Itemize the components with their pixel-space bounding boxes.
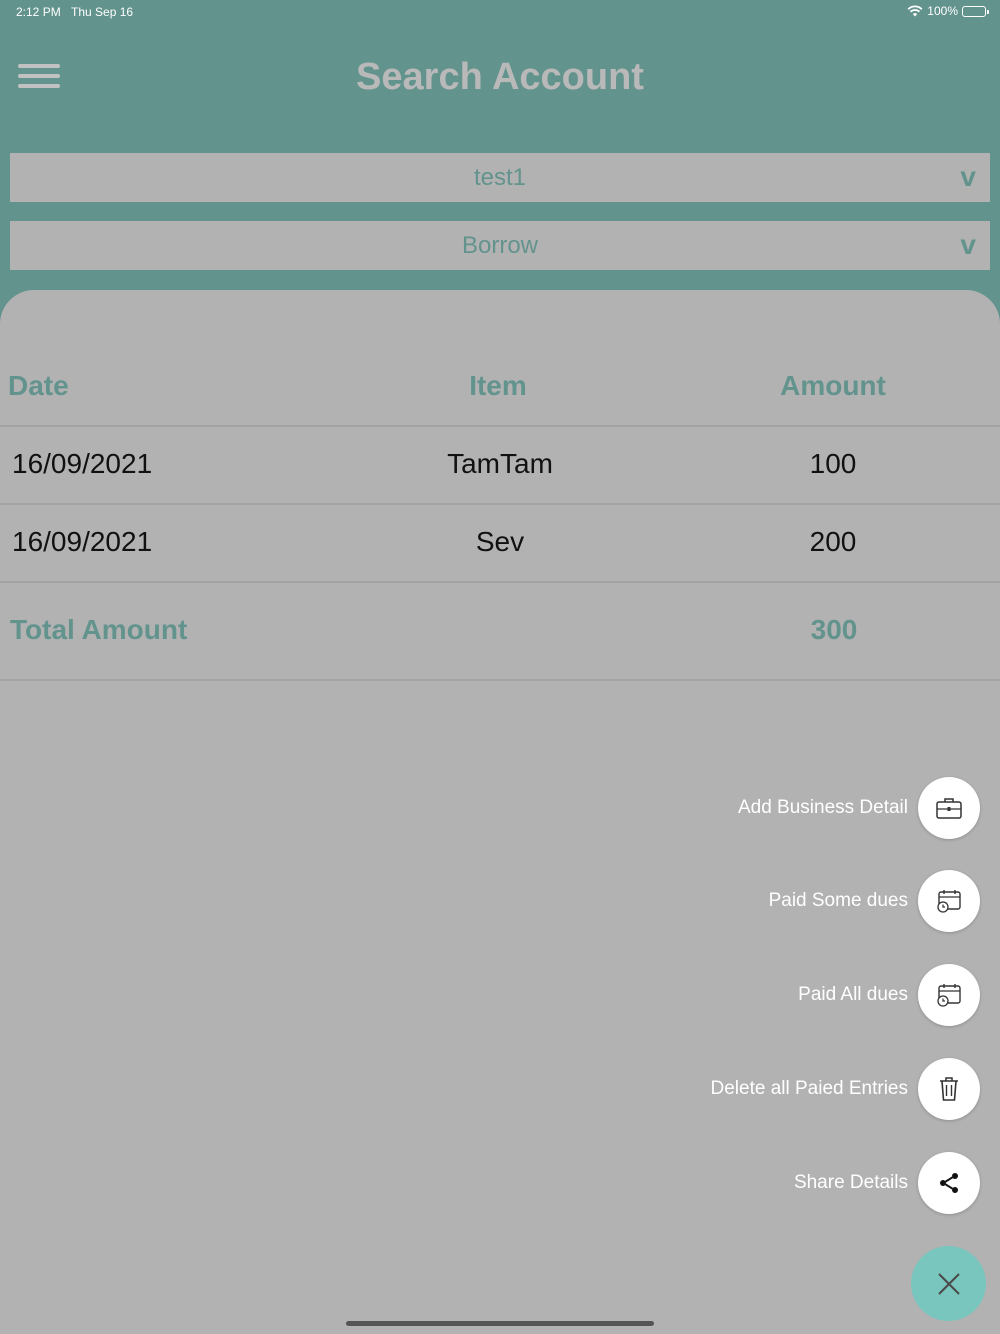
fab-close-button[interactable] — [911, 1246, 986, 1321]
fab-label: Paid All dues — [798, 984, 908, 1005]
page-title: Search Account — [356, 56, 644, 98]
row-amount: 200 — [809, 526, 857, 557]
home-indicator[interactable] — [346, 1321, 654, 1326]
chevron-down-icon: v — [960, 229, 976, 260]
share-icon — [940, 1173, 958, 1193]
total-label: Total Amount — [10, 614, 188, 645]
delete-paid-entries-button[interactable]: Delete all Paied Entries — [710, 1058, 980, 1120]
calendar-clock-icon — [937, 984, 961, 1007]
row-amount: 100 — [809, 448, 857, 479]
table-row[interactable]: 16/09/2021 Sev 200 — [0, 526, 1000, 566]
row-item: Sev — [475, 526, 525, 557]
table-row[interactable]: 16/09/2021 TamTam 100 — [0, 448, 1000, 488]
type-dropdown-value: Borrow — [461, 232, 539, 259]
total-value: 300 — [810, 614, 858, 645]
divider — [0, 581, 1000, 583]
fab-label: Delete all Paied Entries — [710, 1078, 909, 1099]
briefcase-icon — [936, 798, 962, 819]
status-bar: 2:12 PM Thu Sep 16 100% — [16, 4, 989, 22]
row-item: TamTam — [447, 448, 553, 479]
fab-label: Paid Some dues — [768, 890, 908, 911]
fab-circle — [918, 964, 980, 1026]
status-time: 2:12 PM — [16, 5, 61, 19]
table-header: Date Item Amount — [0, 370, 1000, 410]
fab-circle — [918, 1058, 980, 1120]
battery-percent: 100% — [927, 4, 958, 18]
status-right: 100% — [907, 4, 989, 18]
battery-icon — [962, 5, 989, 17]
fab-circle — [918, 1152, 980, 1214]
type-dropdown[interactable]: Borrow v — [10, 221, 990, 270]
header-amount: Amount — [780, 370, 886, 401]
header-item: Item — [469, 370, 527, 401]
status-date: Thu Sep 16 — [71, 5, 134, 19]
divider — [0, 503, 1000, 505]
fab-label: Add Business Detail — [737, 797, 908, 818]
row-date: 16/09/2021 — [12, 526, 153, 557]
wifi-icon — [907, 5, 923, 17]
paid-some-dues-button[interactable]: Paid Some dues — [769, 870, 980, 932]
trash-icon — [940, 1077, 958, 1101]
account-dropdown[interactable]: test1 v — [10, 153, 990, 202]
divider — [0, 425, 1000, 427]
fab-circle — [918, 777, 980, 839]
row-date: 16/09/2021 — [12, 448, 153, 479]
fab-circle — [918, 870, 980, 932]
add-business-detail-button[interactable]: Add Business Detail — [738, 777, 980, 839]
paid-all-dues-button[interactable]: Paid All dues — [798, 964, 980, 1026]
calendar-clock-icon — [937, 890, 961, 913]
header-area: 2:12 PM Thu Sep 16 100% Search Account t… — [0, 0, 1000, 330]
share-details-button[interactable]: Share Details — [794, 1152, 980, 1214]
close-icon — [937, 1272, 960, 1295]
divider — [0, 679, 1000, 681]
fab-label: Share Details — [793, 1172, 908, 1193]
account-dropdown-value: test1 — [473, 164, 527, 191]
header-date: Date — [8, 370, 69, 401]
chevron-down-icon: v — [960, 161, 976, 192]
